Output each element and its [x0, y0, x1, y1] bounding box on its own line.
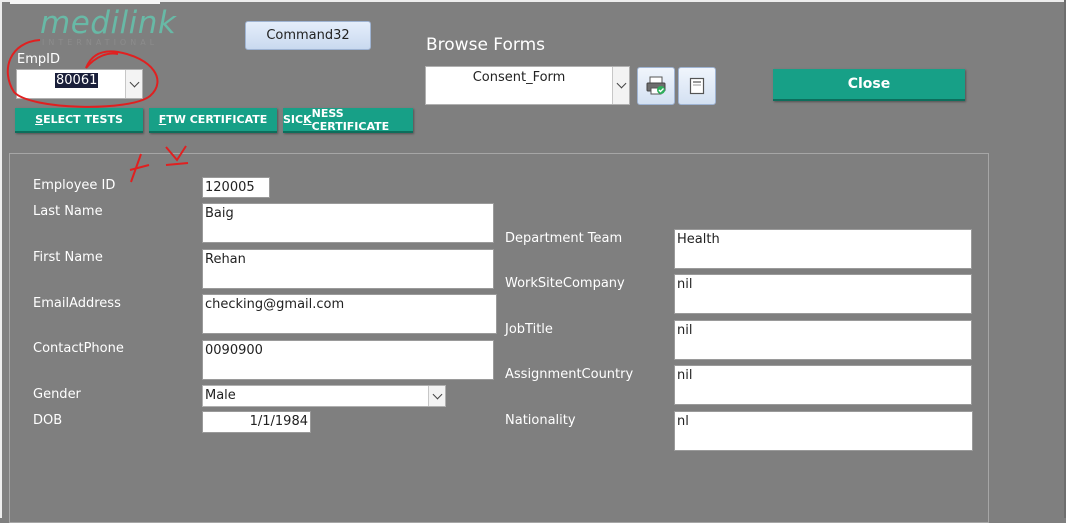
annotation-mark-b — [165, 145, 189, 166]
red-annotation-overlay — [6, 39, 189, 183]
annotation-circle — [6, 39, 159, 108]
annotation-mark-a — [129, 153, 150, 183]
